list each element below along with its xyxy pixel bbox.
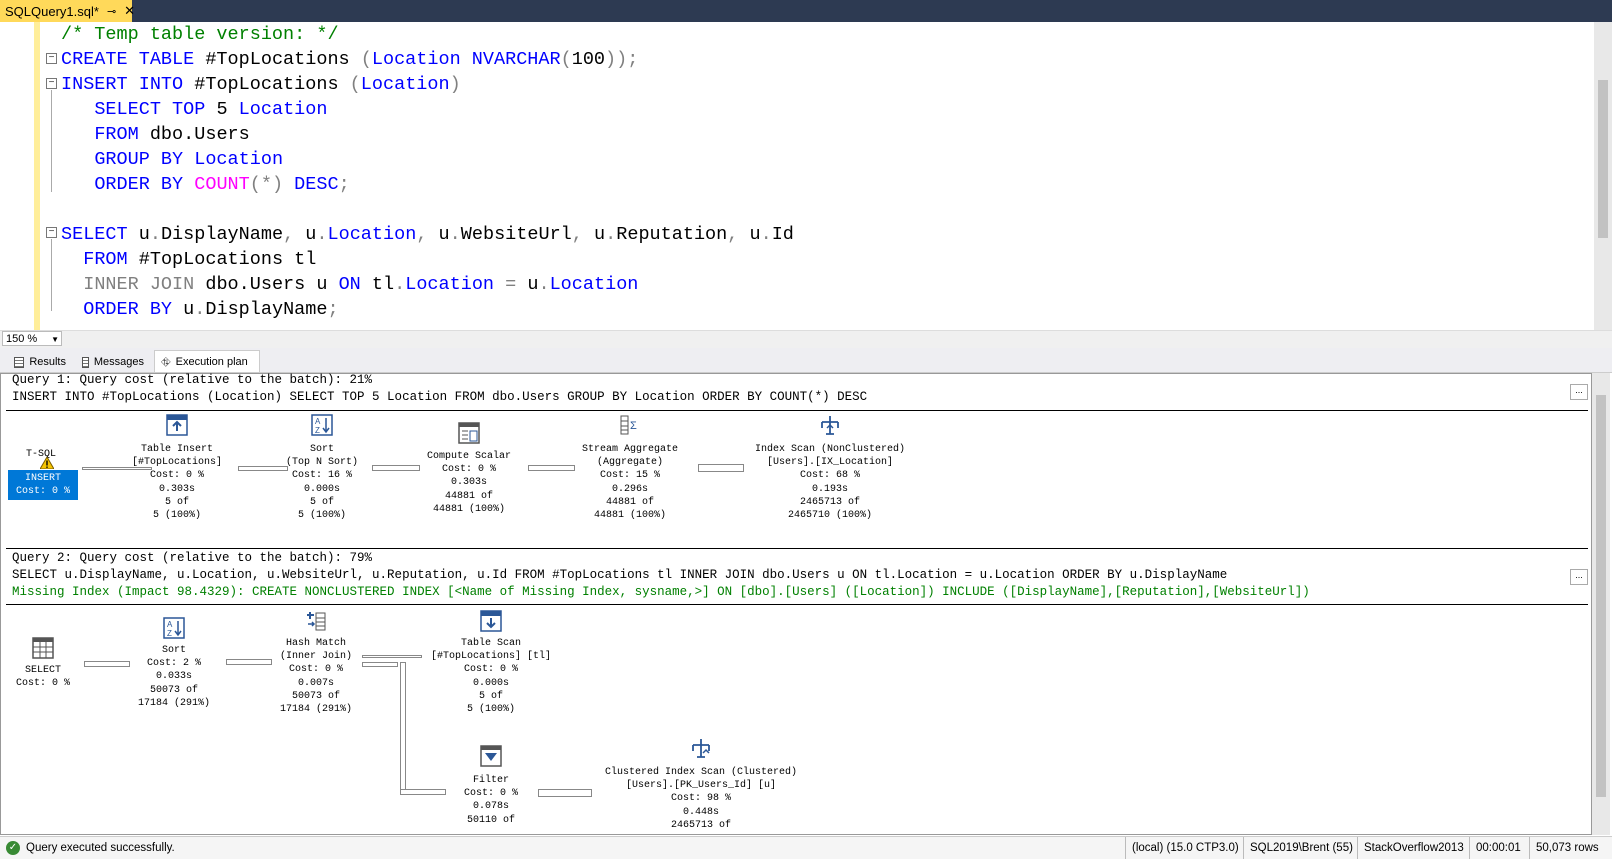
q1-header-text: Query 1: Query cost (relative to the bat… [12,373,373,387]
q2-header-text: Query 2: Query cost (relative to the bat… [12,551,373,565]
code-line[interactable]: SELECT TOP 5 Location [61,97,327,122]
index-scan-icon[interactable] [819,414,841,436]
fold-toggle-icon[interactable]: − [46,53,57,64]
code-line[interactable]: ORDER BY COUNT(*) DESC; [61,172,349,197]
code-line[interactable]: ORDER BY u.DisplayName; [61,297,338,322]
document-tab[interactable]: SQLQuery1.sql* ⊸ ✕ [0,0,135,22]
sort-node-q2[interactable]: Sort Cost: 2 % 0.033s 50073 of 17184 (29… [138,644,210,710]
select-node[interactable]: SELECT Cost: 0 % [16,664,70,690]
code-line[interactable]: FROM #TopLocations tl [61,247,316,272]
plan-vertical-scrollbar[interactable] [1592,373,1610,835]
code-line[interactable]: GROUP BY Location [61,147,283,172]
tab-results[interactable]: Results [8,352,72,372]
clustered-index-scan-node[interactable]: Clustered Index Scan (Clustered) [Users]… [605,766,797,832]
svg-text:A: A [315,417,321,426]
tab-execution-plan[interactable]: ⛗ Execution plan [154,350,260,372]
table-scan-icon[interactable] [480,610,502,632]
flow-arrow [528,465,575,471]
pin-icon[interactable]: ⊸ [107,5,116,18]
stream-aggregate-icon[interactable]: Σ [619,414,641,436]
flow-arrow [400,789,446,795]
flow-arrow [362,655,422,658]
code-line[interactable]: CREATE TABLE #TopLocations (Location NVA… [61,47,638,72]
editor-horizontal-bar [0,330,1612,348]
flow-arrow [84,661,130,667]
document-tab-title: SQLQuery1.sql* [5,3,99,19]
tab-execution-plan-label: Execution plan [175,355,248,368]
fold-toggle-icon[interactable]: − [46,78,57,89]
svg-text:Σ: Σ [630,420,637,432]
flow-arrow [400,662,406,794]
document-tab-strip [0,0,1612,22]
compute-scalar-icon[interactable] [458,422,480,444]
status-message: Query executed successfully. [26,842,175,854]
code-line[interactable]: SELECT u.DisplayName, u.Location, u.Webs… [61,222,794,247]
q2-separator [6,604,1588,605]
q2-top-separator [6,548,1588,549]
status-server: (local) (15.0 CTP3.0) [1125,837,1243,859]
fold-guide [51,239,52,311]
fold-toggle-icon[interactable]: − [46,227,57,238]
chevron-down-icon: ▼ [51,335,59,344]
missing-index-hint[interactable]: Missing Index (Impact 98.4329): CREATE N… [12,585,1310,599]
stream-aggregate-node[interactable]: Stream Aggregate (Aggregate) Cost: 15 % … [582,443,678,522]
clustered-index-scan-icon[interactable] [690,737,712,759]
grid-icon [14,356,25,368]
table-insert-node[interactable]: Table Insert [#TopLocations] Cost: 0 % 0… [132,443,222,522]
status-elapsed: 00:00:01 [1469,837,1529,859]
hash-match-icon[interactable] [305,610,327,632]
execution-plan-icon: ⛗ [161,354,171,369]
zoom-value: 150 % [6,333,38,345]
tab-messages[interactable]: Messages [76,352,150,372]
sort-icon[interactable]: AZ [163,617,185,639]
q2-sql-text: SELECT u.DisplayName, u.Location, u.Webs… [12,568,1228,582]
close-icon[interactable]: ✕ [124,3,135,19]
filter-node[interactable]: Filter Cost: 0 % 0.078s 50110 of [464,774,518,827]
zoom-select[interactable]: 150 % ▼ [2,331,62,346]
flow-arrow [238,466,288,471]
flow-arrow [372,465,420,471]
hash-match-node[interactable]: Hash Match (Inner Join) Cost: 0 % 0.007s… [280,637,352,716]
query-editor[interactable]: /* Temp table version: */CREATE TABLE #T… [0,22,1612,330]
svg-text:Z: Z [167,629,172,638]
code-line[interactable]: FROM dbo.Users [61,122,249,147]
change-tracking-margin [34,22,40,330]
code-line[interactable]: INSERT INTO #TopLocations (Location) [61,72,461,97]
messages-icon [82,356,89,368]
code-line[interactable]: INNER JOIN dbo.Users u ON tl.Location = … [61,272,638,297]
code-line[interactable]: /* Temp table version: */ [61,22,339,47]
tab-messages-label: Messages [93,356,144,368]
flow-arrow [698,464,744,472]
status-login: SQL2019\Brent (55) [1243,837,1357,859]
flow-arrow [362,662,398,667]
status-database: StackOverflow2013 [1357,837,1469,859]
table-insert-icon[interactable] [166,414,188,436]
flow-arrow [538,789,592,797]
q1-expand-button[interactable]: ... [1570,384,1588,400]
svg-text:A: A [167,620,173,629]
fold-guide [51,90,52,192]
tab-results-label: Results [29,356,66,368]
flow-arrow [226,659,272,665]
flow-arrow [82,467,152,470]
select-icon[interactable] [32,637,54,659]
sort-icon[interactable]: AZ [311,414,333,436]
svg-text:Z: Z [315,426,320,435]
scrollbar-thumb[interactable] [1598,80,1608,238]
index-scan-node[interactable]: Index Scan (NonClustered) [Users].[IX_Lo… [755,443,905,522]
filter-icon[interactable] [480,745,502,767]
status-rows: 50,073 rows [1529,837,1612,859]
editor-vertical-scrollbar[interactable] [1594,22,1612,330]
q1-sql-text: INSERT INTO #TopLocations (Location) SEL… [12,390,868,404]
q1-separator [6,410,1588,411]
insert-node[interactable]: INSERT Cost: 0 % [8,470,78,501]
status-bar: ✓ Query executed successfully. (local) (… [0,836,1612,859]
sort-node[interactable]: Sort (Top N Sort) Cost: 16 % 0.000s 5 of… [286,443,358,522]
table-scan-node[interactable]: Table Scan [#TopLocations] [tl] Cost: 0 … [431,637,551,716]
scrollbar-thumb[interactable] [1596,395,1606,797]
success-check-icon: ✓ [6,841,20,855]
editor-gutter [0,22,34,330]
q2-expand-button[interactable]: ... [1570,569,1588,585]
compute-scalar-node[interactable]: Compute Scalar Cost: 0 % 0.303s 44881 of… [427,450,511,516]
